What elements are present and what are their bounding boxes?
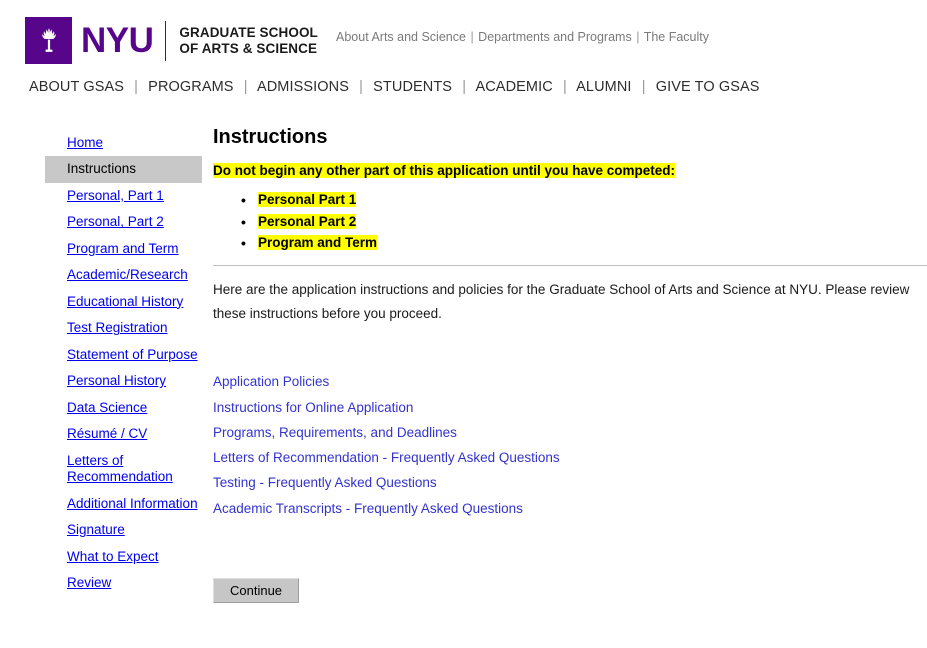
main-content: Instructions Do not begin any other part…	[213, 126, 927, 603]
logo-divider	[165, 20, 167, 61]
list-item: Testing - Frequently Asked Questions	[213, 470, 927, 495]
sidebar-item-review[interactable]: Review	[45, 570, 202, 596]
nav-item-about-gsas[interactable]: ABOUT GSAS	[29, 79, 124, 95]
utility-nav-item-departments[interactable]: Departments and Programs	[478, 30, 632, 44]
school-name-line2: OF ARTS & SCIENCE	[179, 40, 318, 56]
nyu-logo[interactable]: NYU GRADUATE SCHOOL OF ARTS & SCIENCE	[25, 17, 318, 64]
utility-nav: About Arts and Science | Departments and…	[336, 30, 709, 44]
utility-nav-separator: |	[470, 30, 474, 44]
list-item: Academic Transcripts - Frequently Asked …	[213, 496, 927, 521]
utility-nav-separator: |	[636, 30, 640, 44]
sidebar-item-educational-history[interactable]: Educational History	[45, 289, 202, 315]
sidebar-item-instructions[interactable]: Instructions	[45, 156, 202, 183]
nav-item-admissions[interactable]: ADMISSIONS	[257, 79, 349, 95]
nav-item-give-to-gsas[interactable]: GIVE TO GSAS	[656, 79, 760, 95]
main-nav-separator: |	[641, 79, 646, 95]
main-nav-separator: |	[462, 79, 467, 95]
list-item: Application Policies	[213, 369, 927, 394]
school-name: GRADUATE SCHOOL OF ARTS & SCIENCE	[179, 25, 318, 57]
sidebar-item-personal-part-2[interactable]: Personal, Part 2	[45, 209, 202, 235]
sidebar-item-home[interactable]: Home	[45, 130, 202, 156]
main-navigation: ABOUT GSAS | PROGRAMS | ADMISSIONS | STU…	[29, 79, 760, 95]
main-nav-separator: |	[134, 79, 139, 95]
prerequisite-checklist: Personal Part 1 Personal Part 2 Program …	[213, 189, 927, 254]
nav-item-alumni[interactable]: ALUMNI	[576, 79, 631, 95]
main-nav-separator: |	[359, 79, 363, 95]
list-item: Letters of Recommendation - Frequently A…	[213, 445, 927, 470]
warning-notice-text: Do not begin any other part of this appl…	[213, 163, 676, 178]
intro-paragraph: Here are the application instructions an…	[213, 282, 910, 321]
sidebar-item-what-to-expect[interactable]: What to Expect	[45, 544, 202, 570]
sidebar-item-signature[interactable]: Signature	[45, 517, 202, 543]
link-instructions-online-application[interactable]: Instructions for Online Application	[213, 400, 413, 415]
nyu-wordmark: NYU	[81, 21, 154, 60]
sidebar-item-academic-research[interactable]: Academic/Research	[45, 262, 202, 288]
list-item: Programs, Requirements, and Deadlines	[213, 420, 927, 445]
content-divider	[213, 265, 927, 266]
warning-notice: Do not begin any other part of this appl…	[213, 162, 927, 180]
sidebar-item-test-registration[interactable]: Test Registration	[45, 315, 202, 341]
sidebar-item-program-and-term[interactable]: Program and Term	[45, 236, 202, 262]
link-testing-faq[interactable]: Testing - Frequently Asked Questions	[213, 475, 437, 490]
nav-item-academic[interactable]: ACADEMIC	[475, 79, 552, 95]
nav-item-programs[interactable]: PROGRAMS	[148, 79, 233, 95]
sidebar-item-statement-of-purpose[interactable]: Statement of Purpose	[45, 342, 202, 368]
list-item: Personal Part 1	[241, 189, 927, 211]
document-links-list: Application Policies Instructions for On…	[213, 369, 927, 521]
sidebar-item-personal-history[interactable]: Personal History	[45, 368, 202, 394]
sidebar-item-letters-of-recommendation[interactable]: Letters of Recommendation	[45, 448, 202, 491]
nav-item-students[interactable]: STUDENTS	[373, 79, 452, 95]
link-application-policies[interactable]: Application Policies	[213, 374, 329, 389]
main-nav-separator: |	[562, 79, 567, 95]
list-item: Instructions for Online Application	[213, 395, 927, 420]
site-header: NYU GRADUATE SCHOOL OF ARTS & SCIENCE Ab…	[0, 0, 927, 70]
link-academic-transcripts-faq[interactable]: Academic Transcripts - Frequently Asked …	[213, 501, 523, 516]
sidebar-item-data-science[interactable]: Data Science	[45, 395, 202, 421]
link-programs-requirements-deadlines[interactable]: Programs, Requirements, and Deadlines	[213, 425, 457, 440]
utility-nav-item-about[interactable]: About Arts and Science	[336, 30, 466, 44]
sidebar-item-resume-cv[interactable]: Résumé / CV	[45, 421, 202, 447]
list-item: Program and Term	[241, 232, 927, 254]
school-name-line1: GRADUATE SCHOOL	[179, 24, 318, 40]
sidebar-item-personal-part-1[interactable]: Personal, Part 1	[45, 183, 202, 209]
checklist-item-program-and-term: Program and Term	[258, 235, 378, 251]
main-nav-separator: |	[243, 79, 248, 95]
nyu-torch-icon	[25, 17, 72, 64]
list-item: Personal Part 2	[241, 211, 927, 233]
continue-button[interactable]: Continue	[213, 577, 300, 603]
utility-nav-item-faculty[interactable]: The Faculty	[644, 30, 709, 44]
application-sidebar: Home Instructions Personal, Part 1 Perso…	[45, 130, 202, 596]
sidebar-item-additional-information[interactable]: Additional Information	[45, 491, 202, 517]
link-letters-of-recommendation-faq[interactable]: Letters of Recommendation - Frequently A…	[213, 450, 560, 465]
checklist-item-personal-part-1: Personal Part 1	[258, 192, 357, 208]
form-actions: Continue	[213, 577, 927, 603]
checklist-item-personal-part-2: Personal Part 2	[258, 213, 357, 229]
page-title: Instructions	[213, 126, 328, 148]
